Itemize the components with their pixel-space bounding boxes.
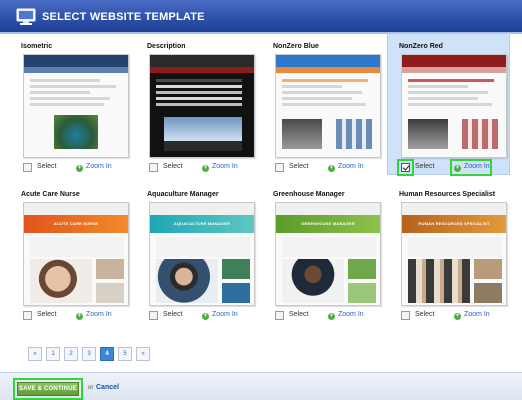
select-row: Select + Zoom In: [275, 310, 385, 322]
cancel-link[interactable]: Cancel: [96, 384, 119, 391]
checkbox-highlight: [397, 159, 414, 176]
select-checkbox[interactable]: [275, 163, 284, 172]
select-label: Select: [163, 163, 183, 170]
pagination-page-1[interactable]: 1: [46, 347, 60, 361]
template-card-nonzero-red[interactable]: NonZero Red Select + Zoom In: [387, 33, 511, 176]
select-row: Select + Zoom In: [275, 162, 385, 174]
template-name: Isometric: [21, 43, 53, 50]
select-checkbox[interactable]: [401, 311, 410, 320]
select-row: Select + Zoom In: [23, 162, 133, 174]
zoom-in-label: Zoom In: [338, 311, 364, 318]
select-checkbox[interactable]: [23, 163, 32, 172]
zoom-in-link[interactable]: + Zoom In: [202, 311, 238, 320]
template-name: NonZero Blue: [273, 43, 319, 50]
template-thumbnail[interactable]: [149, 54, 255, 158]
select-label: Select: [163, 311, 183, 318]
pagination-next-button[interactable]: »: [136, 347, 150, 361]
select-row: Select + Zoom In: [23, 310, 133, 322]
zoom-plus-icon: +: [328, 313, 335, 320]
template-card-isometric[interactable]: Isometric Select + Zoom In: [10, 34, 131, 174]
template-card-nonzero-blue[interactable]: NonZero Blue Select + Zoom In: [262, 34, 383, 174]
template-thumbnail[interactable]: GREENHOUSE MANAGER: [275, 202, 381, 306]
select-row: Select + Zoom In: [401, 310, 511, 322]
zoom-plus-icon: +: [76, 313, 83, 320]
thumb-hero-text: AQUACULTURE MANAGER: [173, 221, 231, 226]
template-card-aquaculture-manager[interactable]: Aquaculture Manager AQUACULTURE MANAGER …: [136, 182, 257, 322]
select-label: Select: [415, 163, 435, 170]
zoom-in-label: Zoom In: [464, 311, 490, 318]
pagination-page-3[interactable]: 3: [82, 347, 96, 361]
template-name: Aquaculture Manager: [147, 191, 219, 198]
thumb-hero-text: ACUTE CARE NURSE: [53, 221, 99, 226]
select-checkbox[interactable]: [149, 163, 158, 172]
zoom-plus-icon: +: [454, 313, 461, 320]
footer-bar: SAVE & CONTINUE or Cancel: [0, 372, 522, 400]
select-checkbox[interactable]: [149, 311, 158, 320]
pagination-page-2[interactable]: 2: [64, 347, 78, 361]
thumb-hero-text: HUMAN RESOURCES SPECIALIST: [418, 221, 490, 226]
template-card-description[interactable]: Description Select + Zoom In: [136, 34, 257, 174]
save-and-continue-button[interactable]: SAVE & CONTINUE: [17, 382, 79, 396]
template-card-human-resources-specialist[interactable]: Human Resources Specialist HUMAN RESOURC…: [388, 182, 509, 322]
title-bar: SELECT WEBSITE TEMPLATE: [0, 0, 522, 34]
zoom-in-link[interactable]: + Zoom In: [454, 311, 490, 320]
template-name: Description: [147, 43, 186, 50]
template-thumbnail[interactable]: [23, 54, 129, 158]
template-card-greenhouse-manager[interactable]: Greenhouse Manager GREENHOUSE MANAGER Se…: [262, 182, 383, 322]
template-thumbnail[interactable]: [401, 54, 507, 158]
or-text: or: [88, 385, 94, 391]
zoom-in-link[interactable]: + Zoom In: [202, 163, 238, 172]
thumb-hero-text: GREENHOUSE MANAGER: [301, 221, 355, 226]
template-name: Greenhouse Manager: [273, 191, 345, 198]
pagination-page-4[interactable]: 4: [100, 347, 114, 361]
zoom-in-label: Zoom In: [86, 311, 112, 318]
zoom-plus-icon: +: [202, 313, 209, 320]
zoom-plus-icon: +: [76, 165, 83, 172]
select-row: Select + Zoom In: [397, 159, 511, 176]
zoom-highlight: [450, 159, 492, 176]
template-thumbnail[interactable]: HUMAN RESOURCES SPECIALIST: [401, 202, 507, 306]
zoom-plus-icon: +: [328, 165, 335, 172]
zoom-in-link[interactable]: + Zoom In: [328, 163, 364, 172]
template-name: NonZero Red: [399, 43, 443, 50]
zoom-in-label: Zoom In: [338, 163, 364, 170]
select-label: Select: [289, 311, 309, 318]
select-row: Select + Zoom In: [149, 162, 259, 174]
template-card-acute-care-nurse[interactable]: Acute Care Nurse ACUTE CARE NURSE Select…: [10, 182, 131, 322]
template-thumbnail[interactable]: [275, 54, 381, 158]
select-label: Select: [289, 163, 309, 170]
zoom-in-label: Zoom In: [212, 163, 238, 170]
select-row: Select + Zoom In: [149, 310, 259, 322]
zoom-in-label: Zoom In: [86, 163, 112, 170]
monitor-icon: [16, 8, 36, 25]
select-checkbox[interactable]: [275, 311, 284, 320]
zoom-in-link[interactable]: + Zoom In: [76, 163, 112, 172]
pagination-page-5[interactable]: 5: [118, 347, 132, 361]
select-label: Select: [415, 311, 435, 318]
zoom-in-link[interactable]: + Zoom In: [328, 311, 364, 320]
zoom-plus-icon: +: [202, 165, 209, 172]
window-title: SELECT WEBSITE TEMPLATE: [42, 11, 205, 23]
pagination-prev-button[interactable]: «: [28, 347, 42, 361]
zoom-in-link[interactable]: + Zoom In: [76, 311, 112, 320]
select-label: Select: [37, 311, 57, 318]
select-label: Select: [37, 163, 57, 170]
template-name: Acute Care Nurse: [21, 191, 80, 198]
template-grid: Isometric Select + Zoom In Description S…: [10, 33, 520, 364]
zoom-in-label: Zoom In: [212, 311, 238, 318]
template-thumbnail[interactable]: AQUACULTURE MANAGER: [149, 202, 255, 306]
select-checkbox[interactable]: [23, 311, 32, 320]
template-thumbnail[interactable]: ACUTE CARE NURSE: [23, 202, 129, 306]
template-name: Human Resources Specialist: [399, 191, 496, 198]
